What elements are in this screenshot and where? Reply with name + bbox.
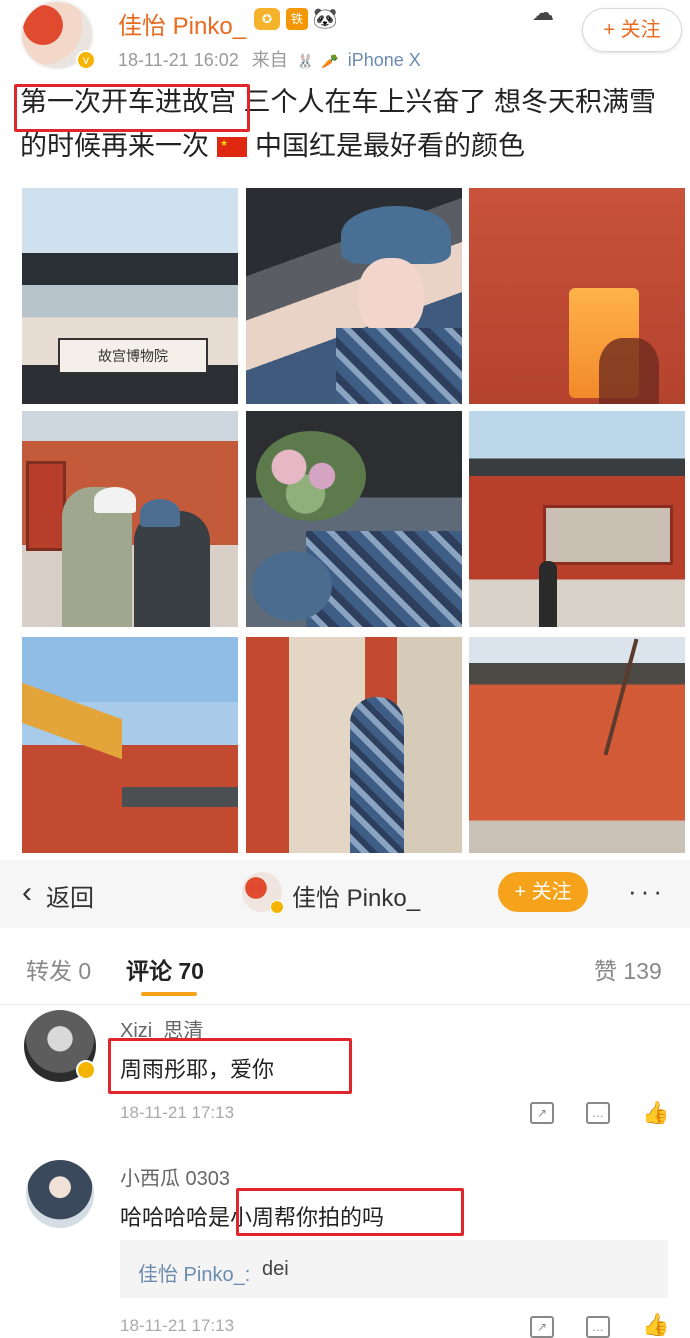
reply-icon[interactable]: … — [586, 1102, 610, 1124]
back-button[interactable]: 返回 — [46, 878, 94, 913]
photo-cap — [341, 206, 451, 264]
active-tab-indicator — [141, 992, 197, 996]
fan-badge-icon: 铁 — [286, 8, 308, 30]
like-icon[interactable]: 👍 — [642, 1100, 669, 1126]
photo-roof — [22, 682, 122, 760]
cartoon-decoration-icon: ☁ — [532, 0, 554, 25]
photo-scarf — [336, 328, 462, 404]
reply-author[interactable]: 佳怡 Pinko_: — [138, 1258, 250, 1287]
verified-badge-icon — [270, 900, 284, 914]
photo-cap — [140, 499, 180, 527]
photo-3[interactable] — [469, 188, 685, 404]
highlight-box — [108, 1038, 352, 1094]
more-options-icon[interactable]: ··· — [628, 876, 666, 907]
photo-4[interactable] — [22, 411, 238, 627]
share-icon[interactable]: ↗ — [530, 1102, 554, 1124]
photo-7[interactable] — [22, 637, 238, 853]
photo-5[interactable] — [246, 411, 462, 627]
share-icon[interactable]: ↗ — [530, 1316, 554, 1338]
verified-badge-icon: v — [76, 50, 96, 70]
post-timestamp: 18-11-21 16:02 — [118, 50, 239, 70]
carrot-icon: 🥕 — [321, 53, 339, 69]
post-device[interactable]: iPhone X — [348, 50, 421, 70]
comment-author[interactable]: 小西瓜 0303 — [120, 1162, 230, 1191]
highlight-box — [14, 84, 250, 132]
bunny-icon: 🐰 — [296, 53, 315, 69]
photo-person — [134, 511, 210, 627]
photo-door — [26, 461, 66, 551]
reply-text: dei — [262, 1258, 289, 1280]
follow-button[interactable]: + 关注 — [582, 8, 682, 52]
back-chevron-icon[interactable]: ‹ — [22, 878, 32, 908]
tab-comments[interactable]: 评论 70 — [126, 952, 204, 986]
comment-avatar[interactable] — [26, 1160, 94, 1228]
photo-1[interactable]: 故宫博物院 — [22, 188, 238, 404]
post-source-label: 来自 — [251, 50, 288, 70]
photo-person — [539, 561, 557, 627]
photo-hat — [94, 487, 136, 513]
photo-8[interactable] — [246, 637, 462, 853]
comment-timestamp: 18-11-21 17:13 — [120, 1316, 235, 1335]
photo-2[interactable] — [246, 188, 462, 404]
photo-person — [350, 697, 404, 853]
post-author-name[interactable]: 佳怡 Pinko_ — [118, 6, 246, 41]
photo-tree — [603, 638, 639, 756]
vip-badge-icon: ✪ — [254, 8, 280, 30]
photo-shadow — [599, 338, 659, 404]
photo-9[interactable] — [469, 637, 685, 853]
nav-follow-button[interactable]: + 关注 — [498, 872, 588, 912]
tab-likes[interactable]: 赞 139 — [594, 952, 662, 986]
museum-sign: 故宫博物院 — [58, 338, 208, 374]
china-flag-icon — [217, 137, 247, 157]
reply-icon[interactable]: … — [586, 1316, 610, 1338]
panda-badge-icon: 🐼 — [312, 8, 338, 30]
photo-flowers — [256, 431, 366, 521]
tab-reposts[interactable]: 转发 0 — [26, 952, 91, 986]
post-meta: 18-11-21 16:02 来自 🐰 🥕 iPhone X — [118, 46, 421, 72]
post-text-tail: 中国红是最好看的颜色 — [255, 131, 525, 161]
photo-roof — [122, 787, 238, 807]
highlight-box — [236, 1188, 464, 1236]
photo-window — [543, 505, 673, 565]
verified-badge-icon — [76, 1060, 96, 1080]
comment-timestamp: 18-11-21 17:13 — [120, 1103, 235, 1122]
photo-6[interactable] — [469, 411, 685, 627]
photo-face — [358, 258, 424, 336]
comment-text-prefix: 哈哈哈哈是 — [120, 1205, 231, 1230]
nav-username[interactable]: 佳怡 Pinko_ — [292, 878, 420, 913]
like-icon[interactable]: 👍 — [642, 1312, 669, 1338]
photo-cap — [252, 551, 332, 621]
divider — [0, 1004, 690, 1005]
